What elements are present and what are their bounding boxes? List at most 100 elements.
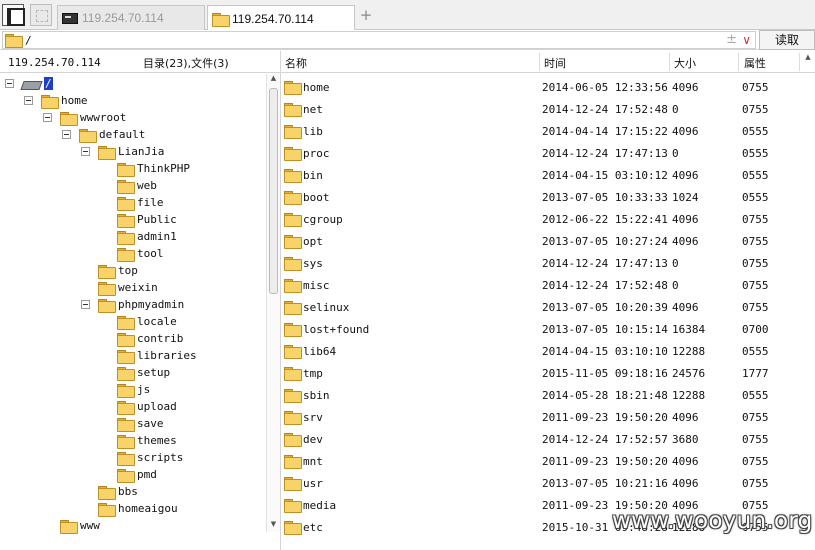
collapse-toggle-icon[interactable] <box>81 300 90 309</box>
scroll-down-icon[interactable]: ▼ <box>269 520 278 530</box>
tree-node[interactable]: www <box>43 517 100 534</box>
tree-node[interactable]: ThinkPHP <box>100 160 190 177</box>
folder-icon <box>98 502 116 517</box>
tree-node[interactable]: Public <box>100 211 177 228</box>
tree-node[interactable]: tool <box>100 245 164 262</box>
read-button[interactable]: 读取 <box>759 30 815 50</box>
column-name[interactable]: 名称 <box>285 55 307 71</box>
collapse-toggle-icon[interactable] <box>5 79 14 88</box>
column-separator[interactable] <box>539 53 540 71</box>
file-row[interactable]: usr 2013-07-05 10:21:16 4096 0755 <box>281 472 801 494</box>
tab-terminal[interactable]: 119.254.70.114 <box>57 5 205 30</box>
collapse-toggle-icon[interactable] <box>62 130 71 139</box>
folder-icon <box>284 213 302 227</box>
tree-node[interactable]: homeaigou <box>81 500 178 517</box>
file-perm: 0755 <box>742 103 769 116</box>
tree-node-label: web <box>137 179 157 192</box>
tab-label: 119.254.70.114 <box>232 11 314 26</box>
folder-icon <box>284 257 302 271</box>
tree-scrollbar[interactable]: ▲ ▼ <box>266 74 280 532</box>
file-row[interactable]: lib64 2014-04-15 03:10:10 12288 0555 <box>281 340 801 362</box>
file-perm: 0755 <box>742 81 769 94</box>
tree-node[interactable]: admin1 <box>100 228 177 245</box>
folder-icon <box>117 162 135 177</box>
add-tab-button[interactable]: + <box>358 6 374 24</box>
column-size[interactable]: 大小 <box>674 55 696 71</box>
file-row[interactable]: cgroup 2012-06-22 15:22:41 4096 0755 <box>281 208 801 230</box>
file-row[interactable]: home 2014-06-05 12:33:56 4096 0755 <box>281 76 801 98</box>
file-name: usr <box>303 477 323 490</box>
tree-node[interactable]: top <box>81 262 138 279</box>
scroll-thumb[interactable] <box>269 88 278 294</box>
path-input[interactable]: / ± ∨ <box>2 31 756 49</box>
folder-icon <box>284 455 302 469</box>
tree-node[interactable]: themes <box>100 432 177 449</box>
tree-node[interactable]: weixin <box>81 279 158 296</box>
collapse-toggle-icon[interactable] <box>43 113 52 122</box>
host-label: 119.254.70.114 <box>8 56 101 69</box>
folder-icon <box>284 125 302 139</box>
folder-icon <box>284 433 302 447</box>
file-perm: 1777 <box>742 367 769 380</box>
file-row[interactable]: bin 2014-04-15 03:10:12 4096 0555 <box>281 164 801 186</box>
scroll-up-icon[interactable]: ▲ <box>269 74 278 84</box>
folder-icon <box>284 235 302 249</box>
tree-node[interactable]: wwwroot <box>43 109 126 126</box>
tree-node[interactable]: setup <box>100 364 170 381</box>
file-size: 4096 <box>672 411 699 424</box>
item-count: 目录(23),文件(3) <box>143 57 229 70</box>
tree-node[interactable]: js <box>100 381 150 398</box>
tree-node[interactable]: pmd <box>100 466 157 483</box>
tree-node[interactable]: web <box>100 177 157 194</box>
tree-node[interactable]: file <box>100 194 164 211</box>
collapse-toggle-icon[interactable] <box>24 96 33 105</box>
column-separator[interactable] <box>669 53 670 71</box>
file-row[interactable]: dev 2014-12-24 17:52:57 3680 0755 <box>281 428 801 450</box>
file-row[interactable]: boot 2013-07-05 10:33:33 1024 0555 <box>281 186 801 208</box>
scroll-up-icon[interactable]: ▲ <box>803 53 813 67</box>
file-row[interactable]: sbin 2014-05-28 18:21:48 12288 0555 <box>281 384 801 406</box>
tree-node[interactable]: LianJia <box>81 143 164 160</box>
tree-node-label: setup <box>137 366 171 379</box>
tree-node[interactable]: contrib <box>100 330 183 347</box>
tree-node[interactable]: home <box>24 92 88 109</box>
column-time[interactable]: 时间 <box>544 55 566 71</box>
chevron-down-icon[interactable]: ∨ <box>742 31 751 49</box>
column-separator[interactable] <box>738 53 739 71</box>
tree-node[interactable]: bbs <box>81 483 138 500</box>
tree-node[interactable]: libraries <box>100 347 197 364</box>
file-size: 0 <box>672 279 679 292</box>
column-perm[interactable]: 属性 <box>744 55 766 71</box>
tree-node[interactable]: save <box>100 415 164 432</box>
tab-file-manager[interactable]: 119.254.70.114 <box>207 5 355 31</box>
file-row[interactable]: opt 2013-07-05 10:27:24 4096 0755 <box>281 230 801 252</box>
tree-node[interactable]: phpmyadmin <box>81 296 184 313</box>
file-row[interactable]: lib 2014-04-14 17:15:22 4096 0555 <box>281 120 801 142</box>
tree-node[interactable]: locale <box>100 313 177 330</box>
file-row[interactable]: misc 2014-12-24 17:52:48 0 0755 <box>281 274 801 296</box>
file-row[interactable]: mnt 2011-09-23 19:50:20 4096 0755 <box>281 450 801 472</box>
folder-icon <box>98 485 116 500</box>
tree-node[interactable]: default <box>62 126 145 143</box>
file-name: tmp <box>303 367 323 380</box>
file-name: lib <box>303 125 323 138</box>
tree-node[interactable]: upload <box>100 398 177 415</box>
file-row[interactable]: srv 2011-09-23 19:50:20 4096 0755 <box>281 406 801 428</box>
file-row[interactable]: lost+found 2013-07-05 10:15:14 16384 0700 <box>281 318 801 340</box>
tree-node-label: default <box>99 128 146 141</box>
window-layout-icon[interactable] <box>2 4 25 26</box>
file-row[interactable]: tmp 2015-11-05 09:18:16 24576 1777 <box>281 362 801 384</box>
collapse-toggle-icon[interactable] <box>81 147 90 156</box>
file-row[interactable]: selinux 2013-07-05 10:20:39 4096 0755 <box>281 296 801 318</box>
file-row[interactable]: net 2014-12-24 17:52:48 0 0755 <box>281 98 801 120</box>
file-name: home <box>303 81 330 94</box>
file-row[interactable]: sys 2014-12-24 17:47:13 0 0755 <box>281 252 801 274</box>
blank-tab-icon[interactable] <box>30 4 52 26</box>
drive-icon <box>22 79 40 89</box>
tree-node[interactable]: / <box>5 75 53 92</box>
tree-node[interactable]: scripts <box>100 449 183 466</box>
bookmark-icon[interactable]: ± <box>726 32 737 48</box>
column-separator[interactable] <box>799 53 800 71</box>
file-row[interactable]: proc 2014-12-24 17:47:13 0 0555 <box>281 142 801 164</box>
file-perm: 0755 <box>742 455 769 468</box>
